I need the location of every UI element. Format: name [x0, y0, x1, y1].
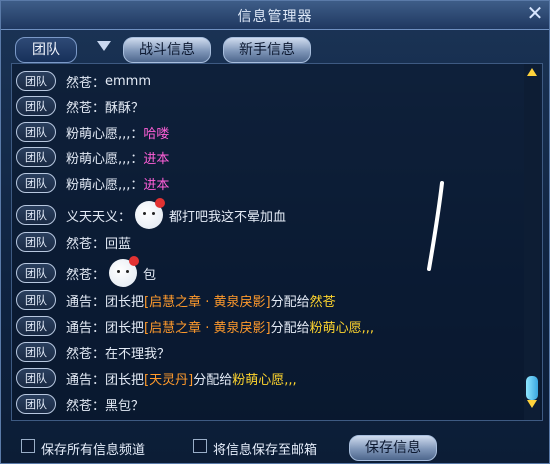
chat-message-row: 团队 然苍： 在不理我？: [16, 340, 170, 364]
chat-message-row: 团队 粉萌心愿,,,： 哈喽: [16, 120, 169, 144]
message-text: 都打吧我这不晕加血: [169, 209, 287, 225]
message-sender[interactable]: 然苍：: [66, 233, 105, 252]
channel-badge: 团队: [16, 232, 56, 252]
message-text: 哈喽: [143, 126, 170, 142]
tab-battle-info[interactable]: 战斗信息: [123, 37, 211, 63]
chat-message-row: 团队 然苍： 酥酥？: [16, 94, 144, 118]
channel-dropdown-icon[interactable]: [97, 41, 111, 51]
message-sender[interactable]: 然苍：: [66, 343, 105, 362]
message-text: 分配给: [270, 294, 310, 310]
message-sender[interactable]: 然苍：: [66, 264, 105, 283]
message-manager-window: 信息管理器 ✕ 团队 战斗信息 新手信息 团队 然苍： emmm 团队 然苍： 酥酥？ 团队…: [0, 0, 550, 464]
channel-badge: 团队: [16, 394, 56, 414]
channel-badge: 团队: [16, 122, 56, 142]
channel-badge: 团队: [16, 316, 56, 336]
message-sender[interactable]: 然苍：: [66, 72, 105, 91]
chat-message-row: 团队 粉萌心愿,,,： 进本: [16, 145, 169, 169]
chat-message-row: 团队 然苍： 包: [16, 256, 157, 287]
tab-team[interactable]: 团队: [15, 37, 77, 63]
tab-newbie-info[interactable]: 新手信息: [223, 37, 311, 63]
channel-badge: 团队: [16, 96, 56, 116]
chat-message-row: 团队 然苍： 黑包？: [16, 392, 144, 416]
chat-message-row: 团队 通告： 团长把 [启慧之章 · 黄泉戾影] 分配给 然苍: [16, 288, 336, 312]
channel-badge: 团队: [16, 71, 56, 91]
message-text: 黑包？: [105, 398, 145, 414]
message-text: 分配给: [193, 372, 233, 388]
message-sender[interactable]: 义天天义：: [66, 206, 131, 225]
message-text: 进本: [143, 177, 170, 193]
channel-badge: 团队: [16, 342, 56, 362]
message-text: 然苍: [309, 294, 336, 310]
message-text: 酥酥？: [105, 100, 145, 116]
chat-message-row: 团队 然苍： 回蓝: [16, 230, 131, 254]
scroll-up-icon[interactable]: [527, 68, 537, 76]
message-text: 回蓝: [105, 236, 132, 252]
message-text: [启慧之章 · 黄泉戾影]: [144, 294, 271, 310]
message-sender[interactable]: 粉萌心愿,,,：: [66, 174, 143, 193]
save-all-channels-label: 保存所有信息频道: [41, 443, 146, 458]
title-bar[interactable]: 信息管理器 ✕: [1, 1, 549, 30]
save-all-channels-checkbox[interactable]: [21, 439, 35, 453]
channel-badge: 团队: [16, 290, 56, 310]
message-text: [天灵丹]: [144, 372, 194, 388]
message-text: 包: [143, 267, 157, 283]
channel-badge: 团队: [16, 147, 56, 167]
message-sender[interactable]: 然苍：: [66, 395, 105, 414]
save-to-mailbox-checkbox[interactable]: [193, 439, 207, 453]
channel-badge: 团队: [16, 205, 56, 225]
message-text: 团长把: [105, 320, 145, 336]
message-sender[interactable]: 通告：: [66, 369, 105, 388]
window-title: 信息管理器: [237, 9, 313, 25]
message-sender[interactable]: 通告：: [66, 291, 105, 310]
chat-message-row: 团队 通告： 团长把 [启慧之章 · 黄泉戾影] 分配给 粉萌心愿,,,: [16, 314, 374, 338]
message-text: 进本: [143, 151, 170, 167]
chat-scrollbar[interactable]: [524, 64, 540, 420]
message-text: emmm: [105, 73, 152, 89]
scribble-stroke: [427, 181, 444, 271]
scroll-thumb[interactable]: [526, 376, 538, 400]
message-sender[interactable]: 然苍：: [66, 97, 105, 116]
save-info-button[interactable]: 保存信息: [349, 435, 437, 461]
face-emoji-icon: [109, 256, 140, 287]
chat-message-row: 团队 义天天义： 都打吧我这不晕加血: [16, 198, 287, 229]
bottom-bar: 保存所有信息频道 将信息保存至邮箱 保存信息: [1, 431, 549, 463]
channel-badge: 团队: [16, 173, 56, 193]
message-text: 粉萌心愿,,,: [309, 320, 374, 336]
message-text: 团长把: [105, 294, 145, 310]
channel-badge: 团队: [16, 263, 56, 283]
chat-message-row: 团队 粉萌心愿,,,： 进本: [16, 171, 169, 195]
message-text: [启慧之章 · 黄泉戾影]: [144, 320, 271, 336]
message-text: 在不理我？: [105, 346, 171, 362]
close-icon[interactable]: ✕: [525, 3, 545, 23]
message-text: 分配给: [270, 320, 310, 336]
chat-log: 团队 然苍： emmm 团队 然苍： 酥酥？ 团队 粉萌心愿,,,： 哈喽 团队 粉萌心愿,,,：进…: [11, 63, 543, 421]
face-emoji-icon: [135, 198, 166, 229]
message-sender[interactable]: 粉萌心愿,,,：: [66, 148, 143, 167]
message-sender[interactable]: 通告：: [66, 317, 105, 336]
message-sender[interactable]: 粉萌心愿,,,：: [66, 123, 143, 142]
chat-message-row: 团队 通告： 团长把 [天灵丹] 分配给 粉萌心愿,,,: [16, 366, 297, 390]
chat-message-row: 团队 然苍： emmm: [16, 69, 151, 93]
save-to-mailbox-label: 将信息保存至邮箱: [213, 443, 318, 458]
message-text: 粉萌心愿,,,: [232, 372, 297, 388]
scroll-down-icon[interactable]: [527, 400, 537, 408]
channel-badge: 团队: [16, 368, 56, 388]
message-text: 团长把: [105, 372, 145, 388]
